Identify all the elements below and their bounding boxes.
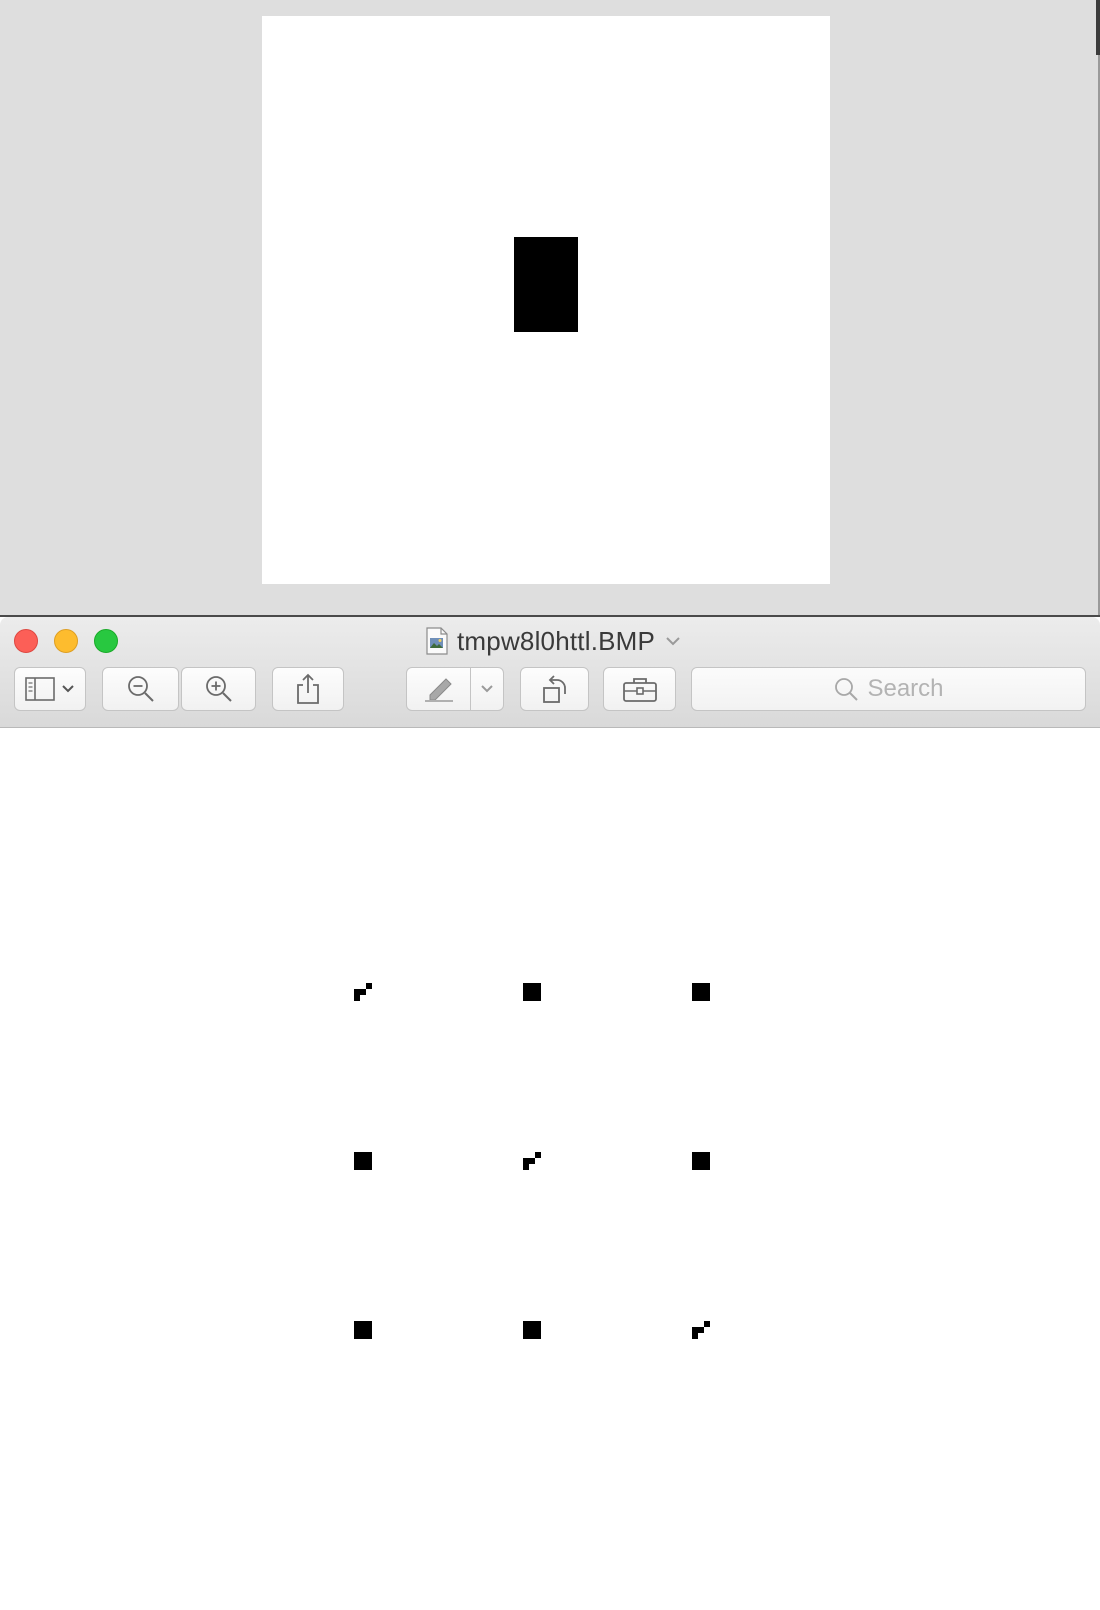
zoom-out-icon [127, 676, 154, 702]
window-edge [1096, 0, 1100, 55]
pixel-square [354, 1321, 372, 1339]
rotate-left-icon [542, 675, 566, 703]
toolbox-icon [622, 678, 657, 702]
zoom-in-icon [205, 676, 232, 702]
pixel-dot [523, 1164, 529, 1170]
pixel-square [354, 1152, 372, 1170]
checker-pixel-mark [354, 983, 372, 1001]
solid-pixel-mark [692, 983, 710, 1001]
markup-toolbar-button[interactable] [603, 667, 676, 711]
zoom-in-button[interactable] [181, 667, 256, 711]
pixel-dot [529, 1158, 535, 1164]
search-icon [835, 678, 859, 701]
pixel-dot [354, 995, 360, 1001]
checker-pixel-mark [523, 1152, 541, 1170]
window-title-area[interactable]: tmpw8l0httl.BMP [425, 625, 681, 657]
preview-titlebar: tmpw8l0httl.BMP Search [0, 617, 1100, 728]
rotate-button[interactable] [520, 667, 589, 711]
share-button[interactable] [272, 667, 344, 711]
pixel-dot [698, 1327, 704, 1333]
pixel-dot [366, 983, 372, 989]
pixel-dot [692, 1327, 698, 1333]
pixel-dot [704, 1321, 710, 1327]
search-field[interactable]: Search [691, 667, 1086, 711]
pixel-square [692, 983, 710, 1001]
image-document-icon [426, 627, 448, 655]
share-icon [297, 673, 319, 704]
pixel-dot [535, 1152, 541, 1158]
solid-pixel-mark [523, 1321, 541, 1339]
pixel-dot [523, 1158, 529, 1164]
minimize-window-button[interactable] [54, 629, 78, 653]
pixel-square [692, 1152, 710, 1170]
pen-markup-icon [424, 678, 453, 702]
close-window-button[interactable] [14, 629, 38, 653]
checker-pixel-mark [692, 1321, 710, 1339]
background-image-block [514, 237, 578, 332]
search-placeholder: Search [867, 675, 944, 702]
solid-pixel-mark [523, 983, 541, 1001]
background-image-canvas [262, 16, 830, 584]
chevron-down-icon[interactable] [665, 636, 681, 646]
maximize-window-button[interactable] [94, 629, 118, 653]
solid-pixel-mark [692, 1152, 710, 1170]
sidebar-icon [25, 677, 55, 701]
image-canvas [0, 728, 1100, 1610]
pixel-dot [354, 989, 360, 995]
markup-button[interactable] [406, 667, 504, 711]
pixel-dot [692, 1333, 698, 1339]
solid-pixel-mark [354, 1152, 372, 1170]
chevron-down-icon [62, 685, 74, 693]
pixel-dot [360, 989, 366, 995]
sidebar-view-button[interactable] [14, 667, 86, 711]
window-title: tmpw8l0httl.BMP [457, 625, 656, 656]
pixel-square [523, 983, 541, 1001]
solid-pixel-mark [354, 1321, 372, 1339]
markup-menu[interactable] [470, 668, 503, 710]
pixel-square [523, 1321, 541, 1339]
zoom-out-button[interactable] [102, 667, 179, 711]
chevron-down-icon [481, 685, 493, 693]
background-window [0, 0, 1100, 617]
markup-toggle[interactable] [407, 668, 470, 710]
